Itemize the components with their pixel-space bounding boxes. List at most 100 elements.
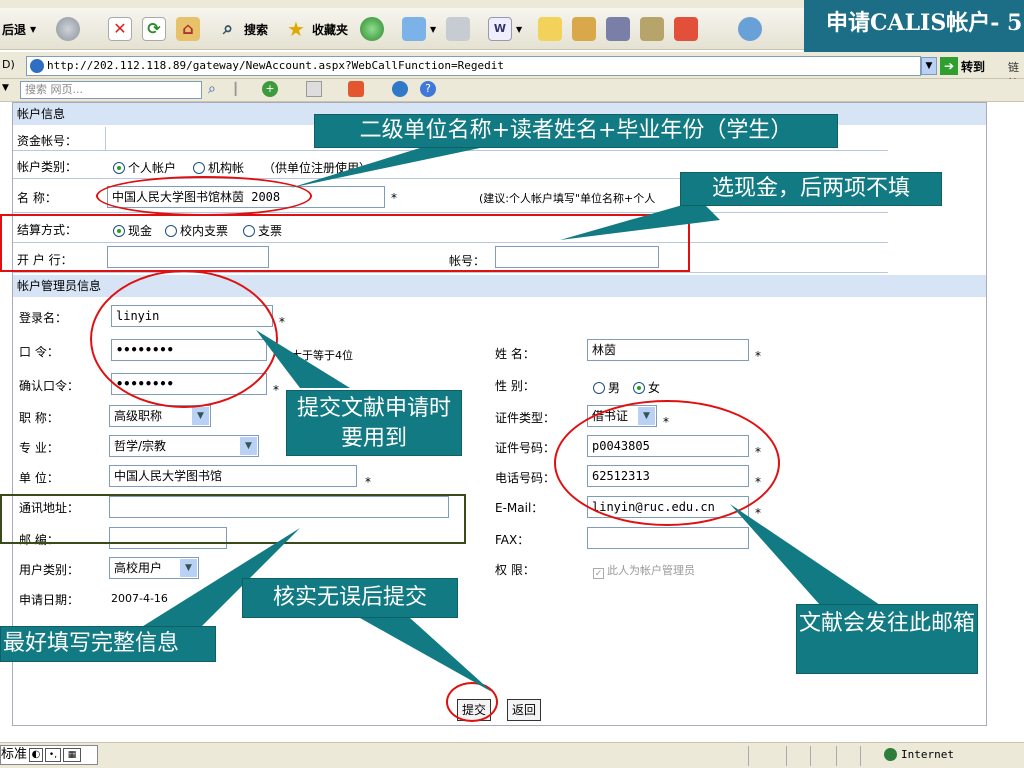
window-icon[interactable] (306, 81, 322, 97)
name-label: 名 称： (17, 191, 57, 205)
users-icon (738, 17, 762, 41)
back-button[interactable]: 后退 ▼ (2, 14, 36, 44)
stop-button[interactable]: ✕ (108, 14, 132, 44)
go-arrow-icon: ➔ (940, 57, 958, 75)
help-icon[interactable]: ? (420, 81, 436, 97)
favorites-label: 收藏夹 (312, 22, 349, 37)
fax-label: FAX： (495, 533, 530, 547)
word-icon: W (488, 17, 512, 41)
fax-input[interactable] (587, 527, 749, 549)
messenger-button[interactable] (606, 14, 630, 44)
research-button[interactable] (640, 14, 664, 44)
callout-verify: 核实无误后提交 (242, 578, 458, 618)
ime-label: 标准 (1, 747, 28, 762)
history-button[interactable] (360, 14, 384, 44)
chevron-down-icon: ▼ (240, 437, 257, 455)
forward-button[interactable] (56, 14, 80, 44)
search-button[interactable]: ⌕ 搜索 (216, 14, 268, 44)
rights-label: 权 限： (495, 563, 535, 577)
favorites-star-icon: ★ (287, 17, 305, 41)
gender-radio-female[interactable]: 女 (633, 379, 660, 396)
contact-highlight-ring (554, 400, 780, 526)
bookmark-icon (674, 17, 698, 41)
back-button-form[interactable]: 返回 (507, 699, 542, 721)
ime-indicator[interactable]: 标准 ◐ •, ▦ (0, 745, 98, 765)
tv-button[interactable] (572, 14, 596, 44)
mail-button[interactable]: ▼ (402, 14, 436, 44)
search-go-icon[interactable]: ⌕ (208, 81, 216, 97)
forward-icon (56, 17, 80, 41)
account-type-label: 帐户类别： (17, 160, 78, 174)
unit-label: 单 位： (19, 471, 59, 485)
major-select[interactable]: 哲学/宗教 ▼ (109, 435, 259, 457)
moon-icon: ◐ (29, 748, 44, 762)
account-type-radio-personal[interactable]: 个人帐户 (113, 159, 176, 176)
address-label: D) (2, 58, 15, 71)
name-hint: (建议:个人帐户填写"单位名称+个人 (479, 192, 656, 205)
required-mark: * (365, 475, 371, 489)
account-type-radio-org[interactable]: 机构帐 (193, 159, 244, 176)
login-highlight-ring (90, 270, 278, 408)
chevron-down-icon: ▼ (180, 559, 197, 577)
account-type-hint: （供单位注册使用） (263, 161, 372, 175)
users-button[interactable] (738, 14, 762, 44)
bookmark-button[interactable] (674, 14, 698, 44)
title-select[interactable]: 高级职称 ▼ (109, 405, 211, 427)
home-icon: ⌂ (176, 17, 200, 41)
confirm-password-label: 确认口令： (19, 379, 80, 393)
admin-rights-checkbox: ✓ 此人为帐户管理员 (593, 564, 695, 579)
callout-complete: 最好填写完整信息 (0, 626, 216, 662)
gender-radio-male[interactable]: 男 (593, 379, 620, 396)
folder-button[interactable] (538, 14, 562, 44)
dropdown-arrow-icon: ▼ (430, 24, 437, 34)
research-icon (640, 17, 664, 41)
separator-icon: ┃ (232, 82, 240, 96)
back-label: 后退 (2, 22, 27, 37)
security-zone: Internet (884, 748, 954, 761)
user-type-select[interactable]: 高校用户 ▼ (109, 557, 199, 579)
unit-input[interactable]: 中国人民大学图书馆 (109, 465, 357, 487)
password-hint: 大于等于4位 (291, 349, 353, 362)
settlement-highlight-box (0, 214, 690, 272)
keyboard-icon: ▦ (63, 748, 82, 762)
edit-button[interactable]: W ▼ (488, 14, 522, 44)
mail-icon (402, 17, 426, 41)
search-label: 搜索 (244, 22, 269, 37)
realname-input[interactable]: 林茵 (587, 339, 749, 361)
go-label: 转到 (961, 59, 986, 74)
refresh-icon: ⟳ (142, 17, 166, 41)
search-toolbar: ▼ 搜索 网页... ⌕ ┃ + ? (0, 79, 1024, 102)
add-icon[interactable]: + (262, 81, 278, 97)
refresh-button[interactable]: ⟳ (142, 14, 166, 44)
print-icon (446, 17, 470, 41)
slide-title: 申请CALIS帐户- 5 (804, 0, 1024, 58)
dropdown-arrow-icon: ▼ (30, 24, 37, 34)
web-search-input[interactable]: 搜索 网页... (20, 81, 202, 99)
id-type-label: 证件类型： (495, 411, 556, 425)
highlight-icon[interactable] (348, 81, 364, 97)
email-label: E-Mail： (495, 501, 544, 515)
url-dropdown-arrow-icon[interactable]: ▼ (921, 57, 937, 75)
url-input[interactable]: http://202.112.118.89/gateway/NewAccount… (26, 56, 921, 76)
dropdown-arrow-icon: ▼ (516, 24, 523, 34)
id-number-label: 证件号码： (495, 441, 556, 455)
home-button[interactable]: ⌂ (176, 14, 200, 44)
folder-icon (538, 17, 562, 41)
fund-account-label: 资金帐号： (17, 134, 78, 148)
login-label: 登录名： (19, 311, 68, 325)
url-text: http://202.112.118.89/gateway/NewAccount… (47, 59, 504, 72)
tv-icon (572, 17, 596, 41)
address-bar: D) http://202.112.118.89/gateway/NewAcco… (0, 52, 1024, 90)
realname-label: 姓 名： (495, 347, 535, 361)
go-button[interactable]: ➔ 转到 (940, 56, 985, 76)
popup-block-icon[interactable] (392, 81, 408, 97)
apply-date-label: 申请日期： (19, 593, 80, 607)
stop-icon: ✕ (108, 17, 132, 41)
print-button[interactable] (446, 14, 470, 44)
messenger-icon (606, 17, 630, 41)
favorites-button[interactable]: ★ 收藏夹 (284, 14, 348, 44)
user-type-label: 用户类别： (19, 563, 80, 577)
required-mark: * (755, 506, 761, 520)
zone-label: Internet (901, 748, 954, 761)
submit-highlight-ring (446, 682, 498, 722)
